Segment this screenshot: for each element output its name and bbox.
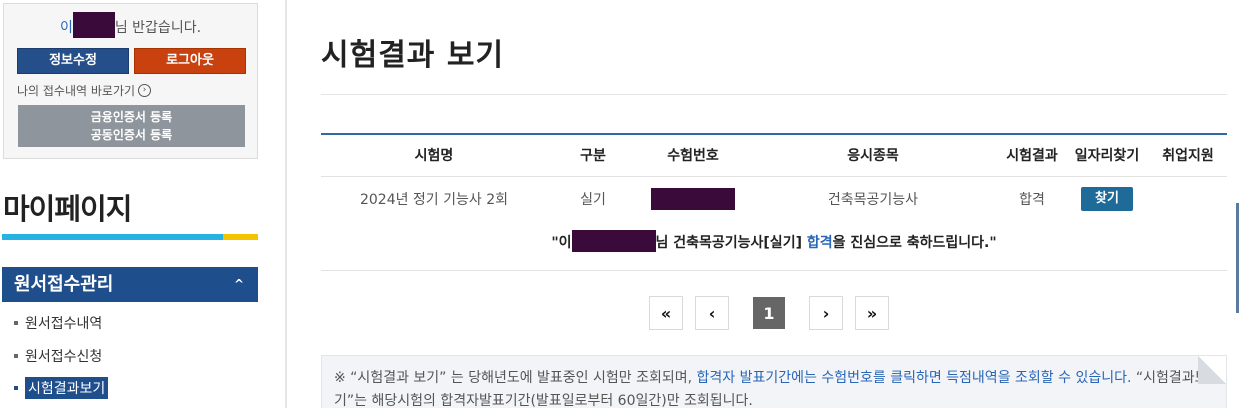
redacted-name: [72, 12, 115, 38]
col-subject: 응시종목: [747, 134, 999, 177]
sidebar-item-application-history[interactable]: 원서접수내역: [14, 313, 102, 333]
page-fold-icon: [1198, 356, 1226, 384]
table-header-row: 시험명 구분 수험번호 응시종목 시험결과 일자리찾기 취업지원: [321, 134, 1227, 177]
menu-head-application[interactable]: 원서접수관리 ^: [2, 267, 258, 302]
chevron-left-icon: ‹: [708, 303, 716, 323]
pagination: « ‹ 1 › »: [649, 296, 901, 330]
cert-line-financial: 금융인증서 등록: [90, 110, 173, 124]
cell-employment-support: [1149, 176, 1227, 222]
col-employment-support: 취업지원: [1149, 134, 1227, 177]
bullet-icon: [14, 354, 18, 358]
mypage-title: 마이페이지: [3, 192, 132, 226]
double-chevron-left-icon: «: [660, 303, 672, 323]
first-page-button[interactable]: «: [649, 296, 683, 330]
congrats-open: "이: [551, 234, 572, 251]
notice-box: ※ “시험결과 보기” 는 당해년도에 발표중인 시험만 조회되며, 합격자 발…: [321, 355, 1227, 408]
page-title: 시험결과 보기: [321, 38, 505, 73]
notice-text-1: ※ “시험결과 보기” 는 당해년도에 발표중인 시험만 조회되며,: [334, 370, 697, 386]
title-underline-blue: [2, 234, 223, 240]
bullet-icon: [14, 321, 18, 325]
congrats-row: "이 님 건축목공기능사[실기] 합격을 진심으로 축하드립니다.": [321, 222, 1227, 271]
congrats-result-word: 합격: [806, 234, 833, 251]
menu-head-label: 원서접수관리: [14, 274, 114, 295]
greeting: 이 님 반갑습니다.: [4, 12, 257, 38]
cell-job-search: 찾기: [1065, 176, 1149, 222]
cert-line-joint: 공동인증서 등록: [90, 128, 173, 142]
double-chevron-right-icon: »: [866, 303, 878, 323]
sidebar-item-exam-result[interactable]: 시험결과보기: [14, 377, 109, 399]
col-type: 구분: [547, 134, 639, 177]
prev-page-button[interactable]: ‹: [695, 296, 729, 330]
sidebar-item-label: 원서접수신청: [25, 349, 103, 365]
redacted-exam-number[interactable]: [651, 188, 735, 211]
edit-profile-button[interactable]: 정보수정: [17, 48, 129, 74]
sidebar-divider: [285, 0, 287, 408]
my-receipt-label: 나의 접수내역 바로가기: [17, 84, 136, 98]
col-exam-name: 시험명: [321, 134, 547, 177]
logout-button[interactable]: 로그아웃: [134, 48, 246, 74]
user-name-first: 이: [59, 20, 73, 36]
title-underline-yellow: [223, 234, 258, 240]
col-job-search: 일자리찾기: [1065, 134, 1149, 177]
cell-exam-name: 2024년 정기 기능사 2회: [359, 192, 509, 209]
title-divider: [321, 94, 1227, 95]
cert-register-button[interactable]: 금융인증서 등록 공동인증서 등록: [18, 105, 245, 147]
notice-highlight: 합격자 발표기간에는 수험번호를 클릭하면 득점내역을 조회할 수 있습니다.: [696, 370, 1132, 386]
sidebar-item-label: 원서접수내역: [25, 316, 103, 332]
chevron-up-icon: ^: [233, 277, 244, 291]
sidebar-item-label: 시험결과보기: [25, 377, 109, 399]
bullet-icon: [14, 386, 18, 390]
circle-arrow-icon: ›: [138, 84, 152, 97]
col-exam-number: 수험번호: [639, 134, 747, 177]
login-box: 이 님 반갑습니다. 정보수정 로그아웃 나의 접수내역 바로가기 › 금융인증서…: [3, 3, 258, 159]
top-utility-clipped: [930, 0, 1230, 2]
congrats-middle: 님 건축목공기능사[실기]: [655, 234, 807, 251]
find-job-button[interactable]: 찾기: [1081, 187, 1133, 212]
cell-exam-number[interactable]: [639, 176, 747, 222]
my-receipt-link[interactable]: 나의 접수내역 바로가기 ›: [17, 82, 152, 99]
page-1-button[interactable]: 1: [753, 297, 785, 329]
cell-subject: 건축목공기능사: [827, 192, 919, 209]
last-page-button[interactable]: »: [855, 296, 889, 330]
col-result: 시험결과: [999, 134, 1065, 177]
sidebar-item-application-apply[interactable]: 원서접수신청: [14, 346, 102, 366]
congrats-close: 을 진심으로 축하드립니다.": [832, 234, 997, 251]
congrats-message: "이 님 건축목공기능사[실기] 합격을 진심으로 축하드립니다.": [321, 222, 1227, 271]
table-row: 2024년 정기 기능사 2회 실기 건축목공기능사 합격 찾기: [321, 176, 1227, 222]
chevron-right-icon: ›: [822, 303, 830, 323]
cell-type: 실기: [580, 192, 606, 209]
redacted-name: [571, 229, 656, 252]
result-table: 시험명 구분 수험번호 응시종목 시험결과 일자리찾기 취업지원 2024년 정…: [321, 133, 1227, 271]
greeting-suffix: 님 반갑습니다.: [114, 20, 202, 36]
next-page-button[interactable]: ›: [809, 296, 843, 330]
cell-result: 합격: [1019, 192, 1045, 209]
